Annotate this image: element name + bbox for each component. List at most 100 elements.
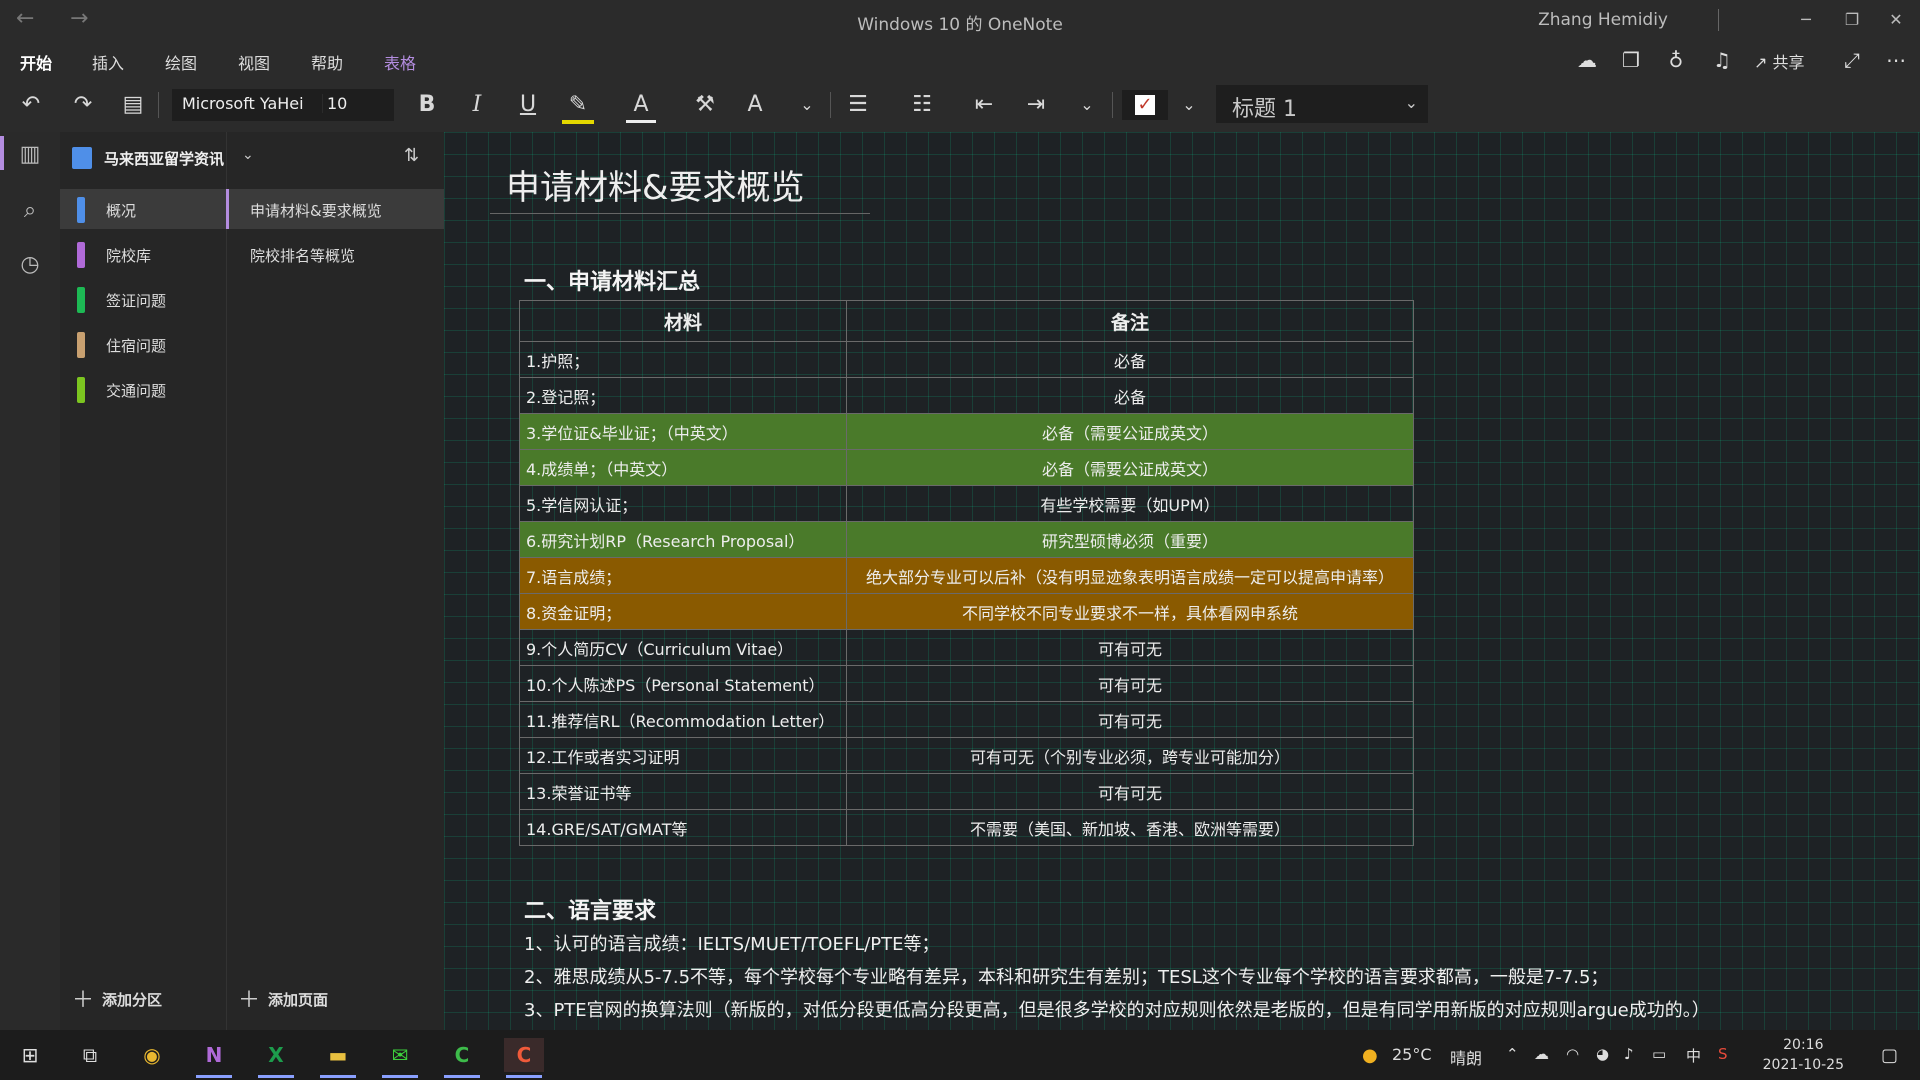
file-explorer-icon[interactable]: ▬ xyxy=(318,1038,358,1078)
battery-icon[interactable]: ▭ xyxy=(1652,1045,1666,1063)
recent-icon[interactable]: ◷ xyxy=(14,252,46,284)
weather-temp[interactable]: 25°C xyxy=(1392,1045,1432,1064)
note-cell[interactable]: 可有可无 xyxy=(846,701,1414,738)
note-cell[interactable]: 绝大部分专业可以后补（没有明显迹象表明语言成绩一定可以提高申请率） xyxy=(846,557,1414,594)
fullscreen-icon[interactable]: ⤢ xyxy=(1838,48,1866,76)
ime-indicator[interactable]: 中 xyxy=(1686,1045,1701,1066)
undo-icon[interactable]: ↶ xyxy=(16,90,46,120)
more-para-chevron-icon[interactable]: ⌄ xyxy=(1072,90,1102,120)
pages-icon[interactable]: ❐ xyxy=(1617,48,1645,76)
note-cell[interactable]: 可有可无 xyxy=(846,629,1414,666)
increase-indent-icon[interactable]: ⇥ xyxy=(1020,90,1052,120)
material-cell[interactable]: 6.研究计划RP（Research Proposal） xyxy=(519,521,847,558)
notebooks-icon[interactable]: ▥ xyxy=(14,142,46,174)
start-icon[interactable]: ⊞ xyxy=(10,1038,50,1072)
wechat-icon[interactable]: ✉ xyxy=(380,1038,420,1078)
italic-button[interactable]: I xyxy=(462,90,492,120)
share-button[interactable]: ↗ 共享 xyxy=(1754,49,1805,73)
bullet-list-icon[interactable]: ☰ xyxy=(842,90,874,120)
onedrive-icon[interactable]: ☁ xyxy=(1534,1045,1549,1063)
clock[interactable]: 20:16 2021-10-25 xyxy=(1763,1035,1844,1075)
section-item[interactable]: 概况 xyxy=(60,189,226,229)
wifi-icon[interactable]: ◠ xyxy=(1566,1045,1579,1063)
add-section-button[interactable]: ＋ 添加分区 xyxy=(72,982,162,1014)
note-cell[interactable]: 不需要（美国、新加坡、香港、欧洲等需要） xyxy=(846,809,1414,846)
clipboard-icon[interactable]: ▤ xyxy=(118,90,148,120)
format-painter-icon[interactable]: ⚒ xyxy=(690,90,720,120)
notifications-icon[interactable]: ▢ xyxy=(1881,1045,1898,1066)
material-cell[interactable]: 11.推荐信RL（Recommodation Letter） xyxy=(519,701,847,738)
note-cell[interactable]: 必备 xyxy=(846,341,1414,378)
tag-chevron-icon[interactable]: ⌄ xyxy=(1174,90,1204,120)
back-icon[interactable]: ← xyxy=(16,6,34,31)
material-cell[interactable]: 13.荣誉证书等 xyxy=(519,773,847,810)
weather-icon[interactable]: ● xyxy=(1362,1045,1378,1066)
tab-draw[interactable]: 绘图 xyxy=(165,50,197,74)
numbered-list-icon[interactable]: ☷ xyxy=(906,90,938,120)
material-cell[interactable]: 2.登记照； xyxy=(519,377,847,414)
note-cell[interactable]: 可有可无 xyxy=(846,773,1414,810)
onenote-icon[interactable]: N xyxy=(194,1038,234,1078)
more-icon[interactable]: ⋯ xyxy=(1882,48,1910,76)
camtasia-icon[interactable]: C xyxy=(442,1038,482,1078)
note-cell[interactable]: 必备（需要公证成英文） xyxy=(846,449,1414,486)
page-item[interactable]: 申请材料&要求概览 xyxy=(226,189,444,229)
tab-home[interactable]: 开始 xyxy=(20,50,53,82)
clear-format-icon[interactable]: A xyxy=(740,90,770,120)
font-name[interactable]: Microsoft YaHei xyxy=(182,94,304,113)
font-size[interactable]: 10 xyxy=(322,94,347,113)
minimize-button[interactable]: ─ xyxy=(1786,6,1826,34)
bold-button[interactable]: B xyxy=(412,90,442,120)
redo-icon[interactable]: ↷ xyxy=(68,90,98,120)
chrome-icon[interactable]: ◉ xyxy=(132,1038,172,1072)
material-cell[interactable]: 1.护照； xyxy=(519,341,847,378)
material-cell[interactable]: 8.资金证明； xyxy=(519,593,847,630)
page-item[interactable]: 院校排名等概览 xyxy=(226,234,444,274)
user-name[interactable]: Zhang Hemidiy xyxy=(1538,10,1668,30)
sogou-icon[interactable]: S xyxy=(1718,1045,1728,1063)
notebook-header[interactable]: 马来西亚留学资讯 ⌄ ⇅ xyxy=(62,139,442,175)
material-cell[interactable]: 12.工作或者实习证明 xyxy=(519,737,847,774)
forward-icon[interactable]: → xyxy=(70,6,88,31)
qq-icon[interactable]: ◕ xyxy=(1596,1045,1609,1063)
page-title[interactable]: 申请材料&要求概览 xyxy=(506,160,805,209)
restore-button[interactable]: ❐ xyxy=(1832,6,1872,34)
task-view-icon[interactable]: ⧉ xyxy=(70,1038,110,1072)
search-icon[interactable]: ⌕ xyxy=(14,198,46,230)
section-item[interactable]: 住宿问题 xyxy=(60,324,226,364)
sort-icon[interactable]: ⇅ xyxy=(404,145,419,166)
close-button[interactable]: ✕ xyxy=(1876,6,1916,34)
paragraph[interactable]: 3、PTE官网的换算法则（新版的，对低分段更低高分段更高，但是很多学校的对应规则… xyxy=(524,996,1710,1022)
note-cell[interactable]: 必备 xyxy=(846,377,1414,414)
heading-materials[interactable]: 一、申请材料汇总 xyxy=(524,264,700,296)
material-cell[interactable]: 4.成绩单；（中英文） xyxy=(519,449,847,486)
tray-chevron-icon[interactable]: ⌃ xyxy=(1506,1045,1519,1063)
tab-view[interactable]: 视图 xyxy=(238,50,270,74)
excel-icon[interactable]: X xyxy=(256,1038,296,1078)
volume-icon[interactable]: ♪ xyxy=(1624,1045,1634,1063)
material-cell[interactable]: 5.学信网认证； xyxy=(519,485,847,522)
font-picker[interactable]: Microsoft YaHei 10 xyxy=(172,89,394,121)
note-cell[interactable]: 不同学校不同专业要求不一样，具体看网申系统 xyxy=(846,593,1414,630)
sync-icon[interactable]: ☁ xyxy=(1573,48,1601,76)
material-cell[interactable]: 3.学位证&毕业证；（中英文） xyxy=(519,413,847,450)
note-cell[interactable]: 可有可无 xyxy=(846,665,1414,702)
decrease-indent-icon[interactable]: ⇤ xyxy=(968,90,1000,120)
weather-text[interactable]: 晴朗 xyxy=(1450,1045,1482,1069)
paragraph[interactable]: 1、认可的语言成绩：IELTS/MUET/TOEFL/PTE等； xyxy=(524,930,940,956)
style-picker[interactable]: 标题 1 ⌄ xyxy=(1216,85,1428,123)
note-cell[interactable]: 研究型硕博必须（重要） xyxy=(846,521,1414,558)
highlight-icon[interactable]: ✎ xyxy=(562,90,594,124)
table-header-cell[interactable]: 备注 xyxy=(846,300,1414,342)
material-cell[interactable]: 10.个人陈述PS（Personal Statement） xyxy=(519,665,847,702)
bell-icon[interactable]: ♫ xyxy=(1708,48,1736,76)
note-cell[interactable]: 有些学校需要（如UPM） xyxy=(846,485,1414,522)
tab-help[interactable]: 帮助 xyxy=(311,50,343,74)
tab-insert[interactable]: 插入 xyxy=(92,50,124,74)
section-item[interactable]: 院校库 xyxy=(60,234,226,274)
tab-table[interactable]: 表格 xyxy=(384,50,416,74)
material-cell[interactable]: 9.个人简历CV（Curriculum Vitae） xyxy=(519,629,847,666)
section-item[interactable]: 签证问题 xyxy=(60,279,226,319)
underline-button[interactable]: U xyxy=(513,90,543,120)
materials-table[interactable]: 材料 备注 1.护照； 必备 2.登记照； 必备 3.学位证&毕业证；（中英文） 必备（需… xyxy=(519,300,1414,846)
